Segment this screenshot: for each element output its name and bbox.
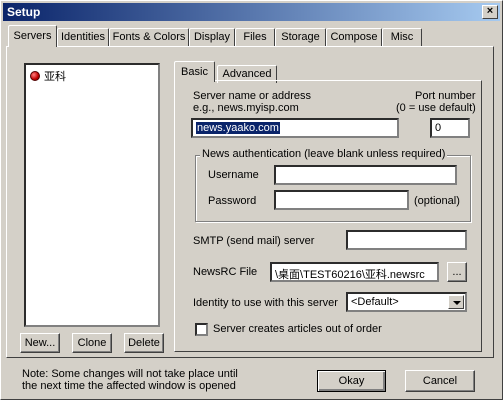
tab-display[interactable]: Display: [189, 28, 235, 46]
subtab-basic[interactable]: Basic: [174, 61, 215, 82]
title-bar: Setup ×: [3, 3, 500, 21]
tab-servers[interactable]: Servers: [8, 25, 57, 47]
username-input[interactable]: [274, 165, 457, 185]
identity-select[interactable]: <Default>: [346, 292, 467, 312]
note-line-2: the next time the affected window is ope…: [22, 380, 236, 392]
identity-value: <Default>: [351, 296, 399, 308]
out-of-order-checkbox[interactable]: [195, 323, 208, 336]
password-hint: (optional): [414, 195, 460, 207]
smtp-input[interactable]: [346, 230, 467, 250]
port-hint-label: (0 = use default): [396, 102, 476, 114]
cancel-button[interactable]: Cancel: [405, 370, 475, 392]
server-list[interactable]: 亚科: [24, 63, 160, 327]
window-title: Setup: [7, 5, 41, 19]
identity-label: Identity to use with this server: [193, 297, 338, 309]
tab-misc[interactable]: Misc: [382, 28, 422, 46]
server-name-label: Server name or address: [193, 90, 311, 102]
newsrc-input[interactable]: \桌面\TEST60216\亚科.newsrc: [270, 262, 439, 282]
password-label: Password: [208, 195, 257, 207]
username-label: Username: [208, 169, 259, 181]
server-example-label: e.g., news.myisp.com: [193, 102, 299, 114]
tab-fonts-colors[interactable]: Fonts & Colors: [109, 28, 189, 46]
port-number-input[interactable]: 0: [430, 118, 470, 138]
okay-button[interactable]: Okay: [317, 370, 386, 392]
tab-files[interactable]: Files: [235, 28, 275, 46]
clone-server-button[interactable]: Clone: [72, 333, 112, 353]
newsrc-label: NewsRC File: [193, 266, 258, 278]
list-item[interactable]: 亚科: [30, 68, 66, 84]
delete-server-button[interactable]: Delete: [124, 333, 164, 353]
server-address-input[interactable]: news.yaako.com: [191, 118, 399, 138]
chevron-down-icon[interactable]: [448, 295, 464, 309]
auth-group-label: News authentication (leave blank unless …: [200, 148, 448, 160]
server-address-value: news.yaako.com: [196, 122, 280, 134]
note-line-1: Note: Some changes will not take place u…: [22, 368, 238, 380]
browse-newsrc-button[interactable]: ...: [447, 262, 467, 282]
server-name: 亚科: [44, 71, 66, 83]
tab-identities[interactable]: Identities: [57, 28, 109, 46]
password-input[interactable]: [274, 190, 409, 210]
close-icon[interactable]: ×: [482, 5, 498, 19]
tab-storage[interactable]: Storage: [275, 28, 326, 46]
new-server-button[interactable]: New...: [20, 333, 60, 353]
port-label: Port number: [415, 90, 476, 102]
tab-compose[interactable]: Compose: [326, 28, 382, 46]
smtp-label: SMTP (send mail) server: [193, 235, 315, 247]
out-of-order-label: Server creates articles out of order: [213, 323, 382, 335]
server-status-icon: [30, 71, 40, 81]
